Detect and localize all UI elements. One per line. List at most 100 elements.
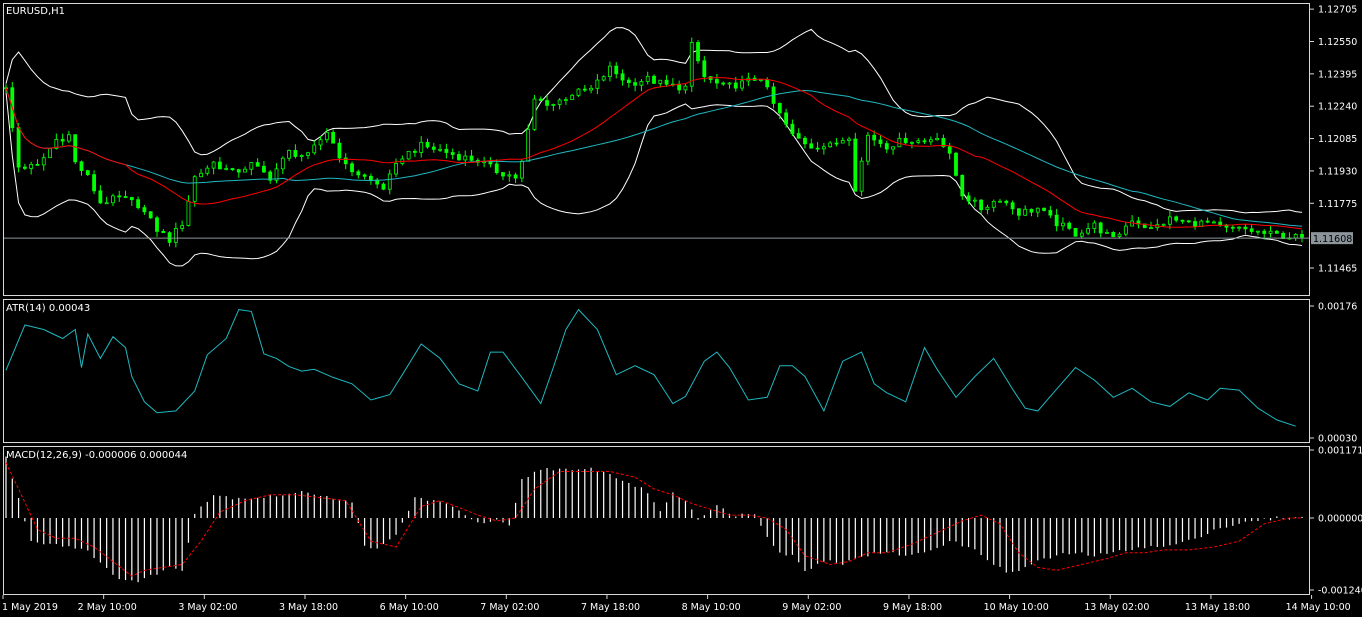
time-axis-label: 6 May 10:00 xyxy=(380,602,439,613)
price-axis-tick-label: 1.12550 xyxy=(1318,37,1357,48)
candle-body xyxy=(821,146,826,150)
candle-body xyxy=(796,133,801,139)
candle-body xyxy=(702,60,707,78)
candle-body xyxy=(180,225,185,229)
time-axis-label: 14 May 10:00 xyxy=(1286,602,1351,613)
candle-body xyxy=(922,140,927,143)
candle-body xyxy=(463,155,468,161)
current-price-tag-label: 1.11608 xyxy=(1313,234,1352,245)
candle-body xyxy=(809,143,814,149)
candle-body xyxy=(928,139,933,143)
candle-body xyxy=(614,65,619,75)
macd-axis-tick-label: 0.000000 xyxy=(1318,513,1362,524)
candle-body xyxy=(1117,233,1122,238)
time-axis-label: 3 May 02:00 xyxy=(178,602,237,613)
chart-canvas[interactable]: EURUSD,H1 1.12705 1.12550 1.12395 1.12240 1.… xyxy=(0,0,1362,617)
candle-body xyxy=(866,134,870,162)
candle-body xyxy=(1098,222,1103,234)
price-axis-tick-label: 1.12395 xyxy=(1318,69,1357,80)
candle-body xyxy=(142,207,147,213)
candle-body xyxy=(1054,214,1059,227)
candle-body xyxy=(1123,225,1128,235)
candle-body xyxy=(576,88,581,96)
candle-body xyxy=(1212,221,1216,224)
candle-body xyxy=(22,166,27,169)
time-axis-label: 3 May 18:00 xyxy=(279,602,338,613)
candle-body xyxy=(985,206,990,211)
candle-body xyxy=(1048,210,1053,216)
candle-body xyxy=(394,163,398,175)
candle-body xyxy=(501,172,505,177)
atr-pane[interactable]: ATR(14) 0.00043 0.00176 0.00030 xyxy=(3,299,1358,445)
macd-label: MACD(12,26,9) -0.000006 0.000044 xyxy=(6,450,187,461)
candle-body xyxy=(570,94,575,100)
macd-pane[interactable]: MACD(12,26,9) -0.000006 0.000044 0.00117… xyxy=(3,446,1362,597)
atr-label: ATR(14) 0.00043 xyxy=(6,303,90,314)
atr-axis[interactable]: 0.00176 0.00030 xyxy=(1310,302,1357,445)
candle-body xyxy=(1010,202,1015,210)
candle-body xyxy=(173,228,178,243)
candle-body xyxy=(1186,220,1191,223)
candle-body xyxy=(387,173,392,190)
candle-body xyxy=(98,190,103,204)
candle-body xyxy=(211,161,216,169)
candle-body xyxy=(935,137,940,141)
candle-body xyxy=(519,160,524,179)
candle-body xyxy=(406,150,411,160)
candle-body xyxy=(677,83,682,91)
time-axis-label: 13 May 02:00 xyxy=(1084,602,1149,613)
candle-body xyxy=(639,81,644,86)
main-price-pane[interactable]: EURUSD,H1 1.12705 1.12550 1.12395 1.12240 1.… xyxy=(3,3,1358,296)
candle-body xyxy=(545,100,549,106)
time-axis[interactable]: 1 May 2019 2 May 10:00 3 May 02:00 3 May 18… xyxy=(2,595,1362,613)
candle-body xyxy=(847,138,851,141)
candle-body xyxy=(67,134,71,142)
candle-body xyxy=(419,141,424,153)
candle-body xyxy=(1061,222,1065,227)
candle-body xyxy=(884,143,889,150)
candle-body xyxy=(85,170,90,176)
candle-body xyxy=(111,195,115,204)
candle-body xyxy=(1086,228,1090,234)
candle-body xyxy=(161,230,166,234)
candle-body xyxy=(891,146,895,150)
candle-body xyxy=(41,157,46,166)
candle-body xyxy=(1249,228,1254,232)
candle-body xyxy=(1079,232,1084,237)
time-axis-label: 13 May 18:00 xyxy=(1185,602,1250,613)
candle-body xyxy=(645,75,650,82)
candle-body xyxy=(1193,221,1197,227)
time-axis-label: 9 May 02:00 xyxy=(782,602,841,613)
time-axis-label: 10 May 10:00 xyxy=(984,602,1049,613)
candle-body xyxy=(979,199,984,211)
time-axis-label: 8 May 10:00 xyxy=(682,602,741,613)
candle-body xyxy=(947,146,952,154)
candle-body xyxy=(1218,221,1223,226)
candle-body xyxy=(324,131,329,141)
macd-axis[interactable]: 0.001171 0.000000 -0.001240 xyxy=(1310,446,1362,597)
candle-body xyxy=(469,155,474,161)
candle-body xyxy=(356,171,361,176)
candle-body xyxy=(236,169,241,173)
candle-body xyxy=(897,137,902,148)
candle-body xyxy=(192,176,197,202)
candle-body xyxy=(299,155,304,157)
main-pane-frame xyxy=(3,3,1310,296)
candle-body xyxy=(1167,216,1172,225)
candle-body xyxy=(960,174,965,197)
candle-body xyxy=(790,123,795,134)
candle-body xyxy=(1067,222,1072,229)
candle-body xyxy=(626,79,631,83)
candle-body xyxy=(903,137,908,144)
candle-body xyxy=(438,148,442,151)
candle-body xyxy=(1293,233,1298,239)
candle-body xyxy=(1004,200,1009,204)
candle-body xyxy=(582,88,587,91)
candle-body xyxy=(972,199,977,202)
candle-body xyxy=(224,168,229,170)
candle-body xyxy=(331,131,336,144)
candle-body xyxy=(450,152,455,155)
candle-body xyxy=(129,197,134,201)
candle-body xyxy=(1161,223,1166,226)
candle-body xyxy=(488,161,493,165)
